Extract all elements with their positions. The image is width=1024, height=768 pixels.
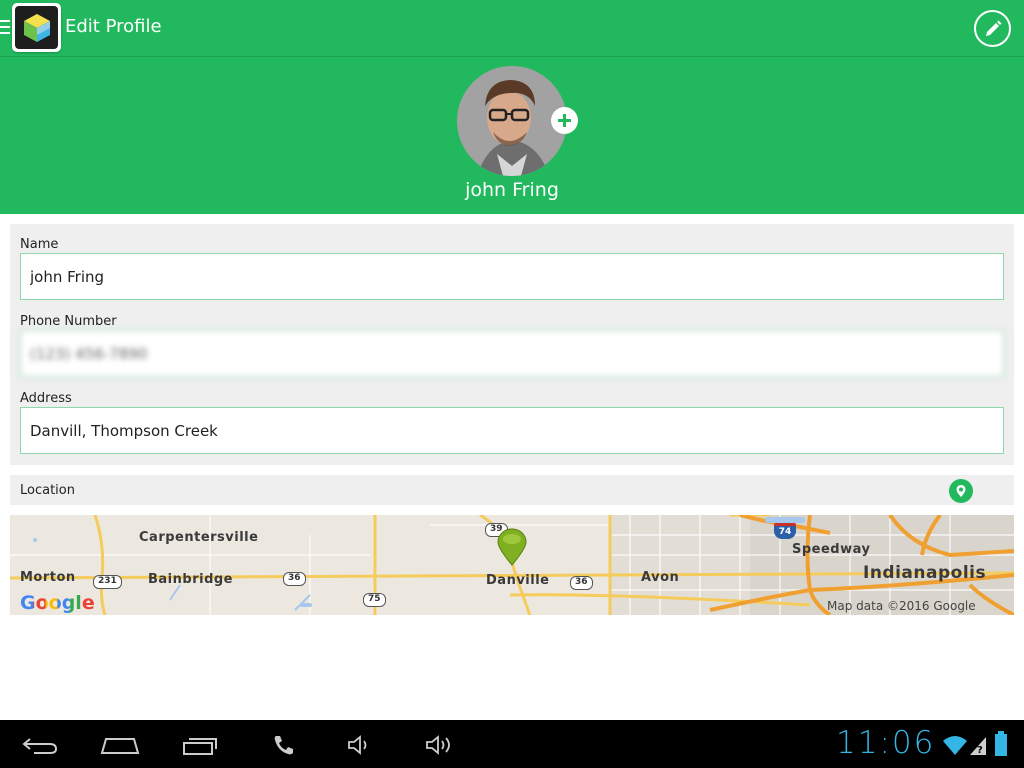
volume-up-icon xyxy=(426,735,450,755)
name-label: Name xyxy=(20,237,59,252)
map-place-morton: Morton xyxy=(20,570,76,585)
hamburger-icon[interactable] xyxy=(0,20,10,36)
page-title: Edit Profile xyxy=(65,16,162,37)
plus-icon xyxy=(558,114,571,127)
volume-down-icon xyxy=(348,735,367,755)
volume-down-button[interactable] xyxy=(346,732,372,758)
address-input[interactable] xyxy=(20,407,1004,454)
map-place-danville: Danville xyxy=(486,573,550,588)
svg-text:?: ? xyxy=(977,745,983,756)
route-shield-36: 36 xyxy=(570,576,593,590)
map-place-avon: Avon xyxy=(641,570,680,585)
location-pin-icon xyxy=(956,485,966,497)
route-shield-231: 231 xyxy=(93,575,122,589)
map-place-bainbridge: Bainbridge xyxy=(148,572,233,587)
pencil-icon xyxy=(985,20,1001,36)
location-map[interactable]: Carpentersville Morton Bainbridge Danvil… xyxy=(10,515,1014,615)
profile-form: Name Phone Number Address xyxy=(10,224,1014,465)
profile-name: john Fring xyxy=(465,179,559,201)
back-icon xyxy=(22,738,58,754)
phone-label: Phone Number xyxy=(20,314,117,329)
phone-icon xyxy=(274,736,293,755)
route-shield-36: 36 xyxy=(283,572,306,586)
locate-button[interactable] xyxy=(949,479,973,503)
system-nav-bar: 11:06 ? xyxy=(0,720,1024,768)
address-label: Address xyxy=(20,391,72,406)
recents-icon xyxy=(183,738,217,755)
google-logo: Google xyxy=(20,592,95,614)
system-clock: 11:06 xyxy=(836,725,936,761)
add-photo-button[interactable] xyxy=(551,107,578,134)
map-credit: Map data ©2016 Google xyxy=(827,599,976,613)
signal-icon: ? xyxy=(970,737,986,756)
phone-input[interactable] xyxy=(20,330,1004,377)
map-place-carpentersville: Carpentersville xyxy=(139,530,259,545)
back-button[interactable] xyxy=(22,732,58,758)
map-place-speedway: Speedway xyxy=(792,542,871,557)
route-shield-75: 75 xyxy=(363,593,386,607)
phone-button[interactable] xyxy=(272,732,296,758)
profile-header: john Fring xyxy=(0,57,1024,214)
location-label: Location xyxy=(20,483,75,498)
recents-button[interactable] xyxy=(182,732,220,758)
home-icon xyxy=(100,738,140,754)
battery-icon xyxy=(995,731,1007,756)
map-marker-icon[interactable] xyxy=(496,527,528,567)
app-logo[interactable] xyxy=(12,3,61,52)
location-bar: Location xyxy=(10,475,1014,505)
cube-logo-icon xyxy=(23,13,50,42)
app-bar: Edit Profile xyxy=(0,0,1024,57)
edit-button[interactable] xyxy=(974,10,1011,47)
map-place-indianapolis: Indianapolis xyxy=(863,563,987,583)
volume-up-button[interactable] xyxy=(424,732,456,758)
wifi-icon xyxy=(943,736,967,755)
name-input[interactable] xyxy=(20,253,1004,300)
interstate-shield-74: 74 xyxy=(774,523,796,539)
home-button[interactable] xyxy=(100,732,140,758)
